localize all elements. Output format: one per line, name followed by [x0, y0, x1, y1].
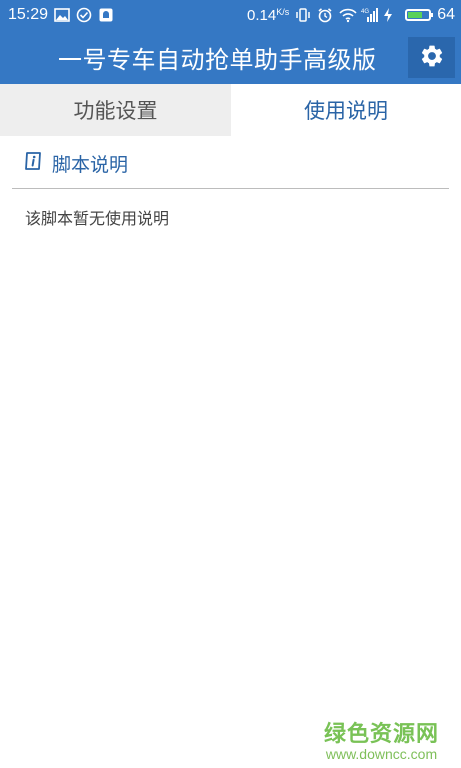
vibrate-icon	[295, 7, 311, 23]
network-speed-unit: K/s	[276, 6, 290, 17]
status-bar-right: 0.14K/s 4G 64	[247, 6, 455, 24]
tab-function-settings[interactable]: 功能设置	[0, 84, 231, 136]
section-header: 脚本说明	[24, 150, 128, 177]
watermark-title: 绿色资源网	[323, 722, 439, 747]
wifi-icon	[339, 7, 357, 23]
section-title: 脚本说明	[52, 154, 129, 176]
network-speed-value: 0.14	[246, 6, 277, 24]
watermark: 绿色资源网 www.downcc.com	[324, 716, 439, 762]
app-title: 一号专车自动抢单助手高级版	[58, 46, 377, 74]
svg-text:4G: 4G	[361, 9, 369, 15]
alarm-icon	[317, 7, 333, 23]
gear-icon	[419, 43, 445, 73]
battery-icon	[405, 9, 434, 21]
tab-bar: 功能设置 使用说明	[0, 84, 461, 136]
status-bar-left: 15:29	[8, 6, 114, 24]
check-circle-icon	[76, 7, 92, 23]
section-divider	[12, 188, 449, 189]
section-body-text: 该脚本暂无使用说明	[25, 209, 170, 228]
notification-icon	[98, 7, 114, 23]
battery-level: 64	[437, 6, 455, 23]
watermark-url: www.downcc.com	[325, 746, 438, 762]
signal-4g-icon: 4G	[361, 7, 379, 23]
info-icon	[24, 152, 42, 175]
image-icon	[54, 7, 70, 23]
app-header: 一号专车自动抢单助手高级版	[0, 31, 461, 84]
status-time: 15:29	[8, 6, 49, 23]
battery-fill	[408, 12, 422, 18]
network-speed: 0.14K/s	[247, 7, 289, 24]
settings-button[interactable]	[408, 37, 455, 78]
tab-usage-instructions[interactable]: 使用说明	[231, 84, 461, 136]
status-bar: 15:29 0.14K/s 4G 64	[0, 0, 461, 31]
charging-icon	[383, 7, 399, 23]
